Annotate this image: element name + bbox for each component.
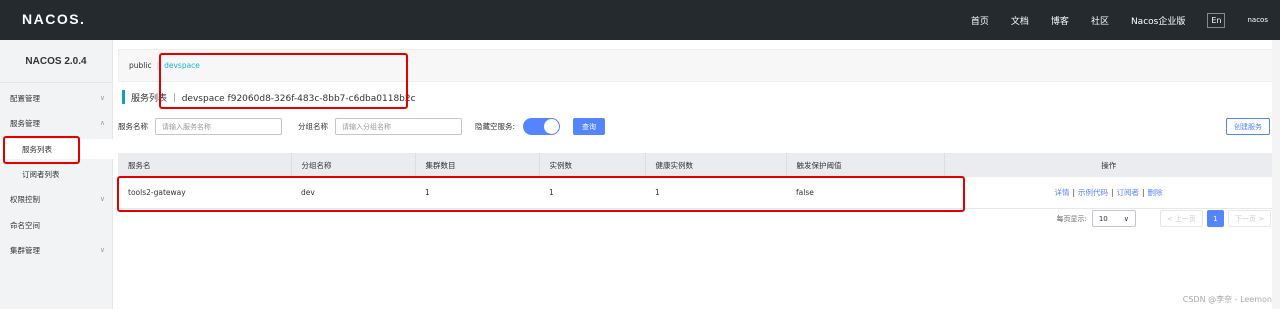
header-instance-count: 实例数 <box>539 153 646 177</box>
sample-code-link[interactable]: 示例代码 <box>1078 188 1108 197</box>
page-number-button[interactable]: 1 <box>1206 210 1224 227</box>
top-nav-menu: 首页 文档 博客 社区 Nacos企业版 En nacos <box>971 0 1280 40</box>
header-protect-threshold: 触发保护阈值 <box>786 153 945 177</box>
service-name-input[interactable]: 请输入服务名称 <box>155 118 282 135</box>
nav-community-link[interactable]: 社区 <box>1091 14 1109 27</box>
user-menu[interactable]: nacos <box>1247 16 1268 24</box>
page-size-label: 每页显示: <box>1056 214 1087 223</box>
next-page-button[interactable]: 下一页 > <box>1227 210 1271 227</box>
scrollbar[interactable] <box>1272 40 1280 309</box>
sidebar-item-label: 订阅者列表 <box>22 169 60 179</box>
highlight-box-namespace <box>159 53 408 109</box>
sidebar-version-title: NACOS 2.0.4 <box>0 40 112 83</box>
sidebar-item-subscriber-list[interactable]: 订阅者列表 <box>0 164 113 184</box>
highlight-box-row <box>117 176 965 212</box>
query-button[interactable]: 查询 <box>573 118 606 135</box>
header-operations: 操作 <box>944 153 1273 177</box>
service-name-label: 服务名称 <box>118 122 148 131</box>
header-service-name: 服务名 <box>118 153 292 177</box>
hide-empty-toggle[interactable] <box>523 118 561 135</box>
nacos-logo[interactable]: NACOS. <box>22 11 85 27</box>
page-size-select[interactable]: 10 ∨ <box>1091 210 1136 227</box>
sidebar-item-namespace[interactable]: 命名空间 <box>0 215 113 235</box>
service-name-filter: 服务名称 请输入服务名称 <box>118 118 282 135</box>
sidebar-item-config-management[interactable]: 配置管理 ∨ <box>0 88 113 108</box>
delete-link[interactable]: 删除 <box>1148 188 1163 197</box>
group-name-label: 分组名称 <box>298 122 328 131</box>
hide-empty-label: 隐藏空服务: <box>475 122 516 131</box>
highlight-box-sidebar <box>3 136 80 164</box>
top-navbar: NACOS. 首页 文档 博客 社区 Nacos企业版 En nacos <box>0 0 1280 40</box>
group-name-input[interactable]: 请输入分组名称 <box>335 118 462 135</box>
header-cluster-count: 集群数目 <box>415 153 540 177</box>
chevron-down-icon: ∨ <box>99 246 105 254</box>
action-separator: | <box>1142 187 1145 197</box>
header-group-name: 分组名称 <box>291 153 416 177</box>
page-size-value: 10 <box>1098 214 1108 223</box>
chevron-up-icon: ∧ <box>99 119 105 127</box>
action-separator: | <box>1110 187 1114 197</box>
pagination: 每页显示: 10 ∨ < 上一页 1 下一页 > <box>1056 210 1271 227</box>
sidebar-item-label: 权限控制 <box>10 194 40 204</box>
nav-enterprise-link[interactable]: Nacos企业版 <box>1131 14 1185 27</box>
chevron-down-icon: ∨ <box>1123 214 1129 223</box>
table-header-row: 服务名 分组名称 集群数目 实例数 健康实例数 触发保护阈值 操作 <box>118 153 1273 177</box>
chevron-down-icon: ∨ <box>99 94 105 102</box>
chevron-down-icon: ∨ <box>99 195 105 203</box>
nav-docs-link[interactable]: 文档 <box>1011 14 1029 27</box>
create-service-button[interactable]: 创建服务 <box>1226 118 1270 135</box>
header-healthy-count: 健康实例数 <box>645 153 787 177</box>
sidebar-item-service-management[interactable]: 服务管理 ∧ <box>0 113 113 133</box>
namespace-public-link[interactable]: public <box>129 61 152 70</box>
sidebar-item-label: 命名空间 <box>10 220 40 230</box>
hide-empty-filter: 隐藏空服务: 查询 <box>475 118 606 135</box>
sidebar-item-access-control[interactable]: 权限控制 ∨ <box>0 189 113 209</box>
subscribers-link[interactable]: 订阅者 <box>1117 188 1140 197</box>
sidebar-item-label: 配置管理 <box>10 93 40 103</box>
language-toggle-button[interactable]: En <box>1207 12 1226 28</box>
sidebar-item-cluster-management[interactable]: 集群管理 ∨ <box>0 240 113 260</box>
detail-link[interactable]: 详情 <box>1054 188 1069 197</box>
action-separator: | <box>1072 187 1075 197</box>
sidebar: NACOS 2.0.4 配置管理 ∨ 服务管理 ∧ 服务列表 订阅者列表 权限控… <box>0 40 113 309</box>
sidebar-item-label: 服务管理 <box>10 118 40 128</box>
prev-page-button[interactable]: < 上一页 <box>1159 210 1203 227</box>
watermark: CSDN @李奈 - Leemon <box>1182 295 1272 304</box>
group-name-filter: 分组名称 请输入分组名称 <box>298 118 462 135</box>
cell-operations: 详情 | 示例代码 | 订阅者 | 删除 <box>944 177 1273 209</box>
sidebar-item-label: 集群管理 <box>10 245 40 255</box>
nav-blog-link[interactable]: 博客 <box>1051 14 1069 27</box>
nav-home-link[interactable]: 首页 <box>971 14 989 27</box>
